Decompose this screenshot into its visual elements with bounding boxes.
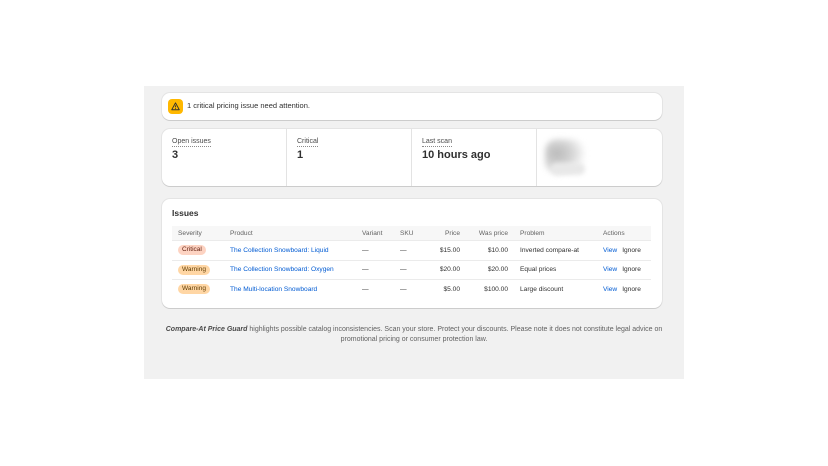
variant-cell: — [356,259,394,280]
stat-label[interactable]: Critical [297,137,319,147]
disclaimer-footer: Compare-At Price Guard highlights possib… [158,325,670,345]
column-header: Actions [603,229,625,237]
column-header: Product [230,229,253,237]
table-header-row: Severity Product Variant SKU Price Was p… [172,226,651,241]
column-header: Severity [178,229,202,237]
variant-cell: — [356,279,394,299]
product-cell: The Collection Snowboard: Liquid [224,240,356,260]
problem-cell: Large discount [514,279,597,299]
banner-message: 1 critical pricing issue need attention. [187,101,310,110]
column-header: Was price [478,229,508,237]
column-header: Problem [520,229,545,237]
severity-badge: Critical [178,245,206,256]
ignore-button[interactable]: Ignore [622,247,641,254]
app-brand-name: Compare-At Price Guard [165,326,248,333]
problem-cell: Equal prices [514,259,597,280]
stat-blurred [537,129,662,186]
view-button[interactable]: View [603,286,617,293]
severity-badge: Warning [178,284,210,295]
sku-cell: — [394,279,426,299]
was-price-cell: $10.00 [466,240,514,260]
product-cell: The Collection Snowboard: Oxygen [224,259,356,280]
blurred-content [551,163,585,175]
severity-cell: Critical [172,240,224,260]
issues-card: Issues Severity Product Variant SKU Pric… [162,199,662,308]
actions-cell: View Ignore [597,279,651,299]
stats-card: Open issues 3 Critical 1 Last scan 10 ho… [162,129,662,186]
column-header: Price [444,229,460,237]
stat-open-issues: Open issues 3 [162,129,287,186]
price-cell: $20.00 [426,259,466,280]
product-link[interactable]: The Multi-location Snowboard [230,286,317,293]
sku-cell: — [394,240,426,260]
issues-table: Severity Product Variant SKU Price Was p… [172,226,651,299]
price-cell: $15.00 [426,240,466,260]
table-row: Warning The Multi-location Snowboard — —… [172,279,651,299]
was-price-cell: $100.00 [466,279,514,299]
view-button[interactable]: View [603,266,617,273]
stat-label[interactable]: Last scan [422,137,452,147]
stat-value: 1 [297,149,304,161]
app-frame: 1 critical pricing issue need attention.… [144,86,684,379]
stat-value: 3 [172,149,179,161]
product-cell: The Multi-location Snowboard [224,279,356,299]
table-row: Warning The Collection Snowboard: Oxygen… [172,259,651,280]
disclaimer-text: highlights possible catalog inconsistenc… [247,326,663,343]
product-link[interactable]: The Collection Snowboard: Liquid [230,247,329,254]
severity-badge: Warning [178,264,210,275]
actions-cell: View Ignore [597,240,651,260]
ignore-button[interactable]: Ignore [622,266,641,273]
column-header: Variant [362,229,383,237]
severity-cell: Warning [172,259,224,280]
view-button[interactable]: View [603,247,617,254]
severity-cell: Warning [172,279,224,299]
was-price-cell: $20.00 [466,259,514,280]
sku-cell: — [394,259,426,280]
stat-last-scan: Last scan 10 hours ago [412,129,537,186]
problem-cell: Inverted compare-at [514,240,597,260]
actions-cell: View Ignore [597,259,651,280]
warning-triangle-icon [168,99,183,114]
column-header: SKU [400,229,414,237]
stat-label[interactable]: Open issues [172,137,211,147]
ignore-button[interactable]: Ignore [622,286,641,293]
critical-issue-banner: 1 critical pricing issue need attention. [162,93,662,120]
product-link[interactable]: The Collection Snowboard: Oxygen [230,266,334,273]
issues-heading: Issues [172,208,199,218]
stat-value: 10 hours ago [422,149,491,161]
price-cell: $5.00 [426,279,466,299]
table-row: Critical The Collection Snowboard: Liqui… [172,240,651,260]
variant-cell: — [356,240,394,260]
stat-critical: Critical 1 [287,129,412,186]
